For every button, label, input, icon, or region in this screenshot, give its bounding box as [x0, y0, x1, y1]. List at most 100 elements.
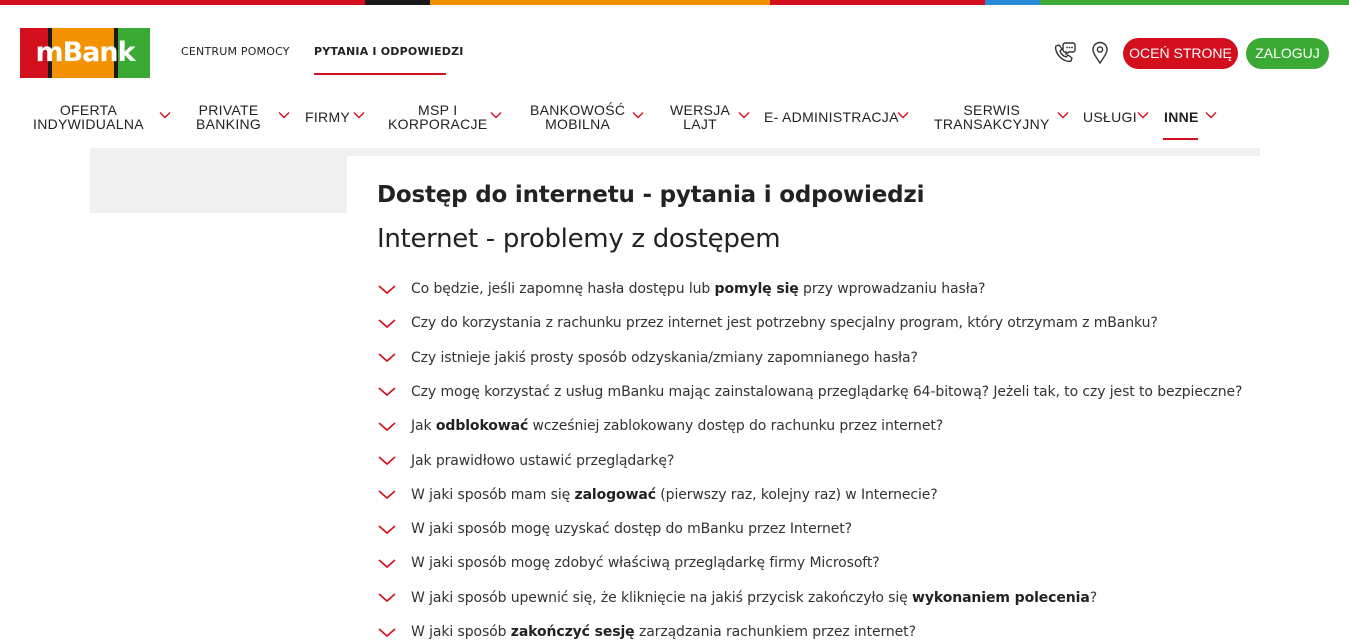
- faq-question-text: Co będzie, jeśli zapomnę hasła dostępu l…: [411, 281, 715, 297]
- faq-question[interactable]: Jak prawidłowo ustawić przeglądarkę?: [411, 453, 674, 469]
- section-subtitle: Internet - problemy z dostępem: [377, 224, 781, 254]
- chevron-down-icon[interactable]: [353, 111, 365, 119]
- faq-question[interactable]: W jaki sposób mam się zalogować (pierwsz…: [411, 487, 938, 503]
- chevron-down-icon[interactable]: [490, 111, 502, 119]
- sidebar-panel: [90, 156, 347, 213]
- faq-question-text: Czy istnieje jakiś prosty sposób odzyska…: [411, 349, 918, 366]
- nav-label: MSP I KORPORACJE: [388, 102, 488, 132]
- strip-black: [365, 0, 430, 5]
- faq-question-emphasis: zalogować: [574, 486, 657, 503]
- faq-item[interactable]: W jaki sposób zakończyć sesję zarządzani…: [377, 624, 916, 640]
- faq-question[interactable]: Czy mogę korzystać z usług mBanku mając …: [411, 384, 1242, 400]
- nav-item-private-banking[interactable]: PRIVATE BANKING: [196, 102, 262, 132]
- chevron-down-icon[interactable]: [377, 489, 397, 500]
- nav-item-firmy[interactable]: FIRMY: [305, 110, 350, 124]
- faq-item[interactable]: Jak prawidłowo ustawić przeglądarkę?: [377, 453, 674, 469]
- faq-question[interactable]: W jaki sposób mogę uzyskać dostęp do mBa…: [411, 521, 852, 537]
- login-button[interactable]: ZALOGUJ: [1246, 38, 1329, 69]
- faq-question[interactable]: W jaki sposób zakończyć sesję zarządzani…: [411, 624, 916, 640]
- chevron-down-icon[interactable]: [377, 318, 397, 329]
- faq-question-text: W jaki sposób: [411, 624, 511, 640]
- faq-question[interactable]: Co będzie, jeśli zapomnę hasła dostępu l…: [411, 281, 985, 297]
- faq-question-text: Jak prawidłowo ustawić przeglądarkę?: [411, 452, 675, 469]
- chevron-down-icon[interactable]: [1057, 111, 1069, 119]
- mbank-logo[interactable]: mBank: [20, 28, 150, 78]
- chevron-down-icon[interactable]: [377, 558, 397, 569]
- faq-item[interactable]: Jak odblokować wcześniej zablokowany dos…: [377, 418, 943, 434]
- chevron-down-icon[interactable]: [632, 111, 644, 119]
- chevron-down-icon[interactable]: [159, 111, 171, 119]
- faq-question-text: zarządzania rachunkiem przez internet?: [634, 624, 916, 640]
- nav-item-serwis-transakcyjny[interactable]: SERWIS TRANSAKCYJNY: [934, 103, 1049, 131]
- active-link-underline: [314, 73, 446, 75]
- faq-question-emphasis: odblokować: [435, 418, 529, 435]
- chevron-down-icon[interactable]: [377, 455, 397, 466]
- faq-question[interactable]: Czy do korzystania z rachunku przez inte…: [411, 315, 1158, 331]
- faq-item[interactable]: W jaki sposób mam się zalogować (pierwsz…: [377, 487, 938, 503]
- page-title: Dostęp do internetu - pytania i odpowied…: [377, 182, 925, 208]
- faq-question[interactable]: W jaki sposób upewnić się, że kliknięcie…: [411, 590, 1097, 606]
- nav-label: E- ADMINISTRACJA: [764, 109, 899, 125]
- nav-label: BANKOWOŚĆ MOBILNA: [530, 102, 626, 132]
- faq-question-text: Czy do korzystania z rachunku przez inte…: [411, 315, 1158, 332]
- faq-question[interactable]: Czy istnieje jakiś prosty sposób odzyska…: [411, 350, 918, 366]
- nav-item-e-administracja[interactable]: E- ADMINISTRACJA: [764, 110, 899, 124]
- strip-blue: [985, 0, 1040, 5]
- nav-item-uslugi[interactable]: USŁUGI: [1083, 110, 1137, 124]
- faq-question[interactable]: W jaki sposób mogę zdobyć właściwą przeg…: [411, 555, 880, 571]
- location-pin-icon[interactable]: [1088, 41, 1112, 65]
- faq-question[interactable]: Jak odblokować wcześniej zablokowany dos…: [411, 418, 943, 434]
- faq-question-emphasis: zakończyć sesję: [510, 624, 635, 640]
- nav-item-msp-i-korporacje[interactable]: MSP I KORPORACJE: [388, 103, 487, 131]
- strip-red-2: [770, 0, 985, 5]
- chevron-down-icon[interactable]: [1205, 111, 1217, 119]
- nav-label: FIRMY: [305, 109, 351, 125]
- chevron-down-icon[interactable]: [377, 627, 397, 638]
- nav-item-wersja-lajt[interactable]: WERSJA LAJT: [670, 103, 730, 131]
- nav-item-bankowosc-mobilna[interactable]: BANKOWOŚĆ MOBILNA: [530, 103, 625, 131]
- nav-label: USŁUGI: [1083, 109, 1137, 125]
- content-top-band: [90, 148, 1260, 156]
- chevron-down-icon[interactable]: [738, 111, 750, 119]
- faq-item[interactable]: W jaki sposób mogę uzyskać dostęp do mBa…: [377, 521, 852, 537]
- faq-item[interactable]: W jaki sposób upewnić się, że kliknięcie…: [377, 590, 1097, 606]
- chevron-down-icon[interactable]: [377, 592, 397, 603]
- chevron-down-icon[interactable]: [377, 524, 397, 535]
- faq-question-text: Czy mogę korzystać z usług mBanku mając …: [411, 383, 1243, 400]
- faq-item[interactable]: Czy mogę korzystać z usług mBanku mając …: [377, 384, 1242, 400]
- brand-color-strip: [0, 0, 1349, 5]
- nav-item-oferta-indywidualna[interactable]: OFERTA INDYWIDUALNA: [33, 103, 144, 131]
- pytania-i-odpowiedzi-link[interactable]: PYTANIA I ODPOWIEDZI: [314, 45, 464, 58]
- chevron-down-icon[interactable]: [377, 352, 397, 363]
- nav-label: INNE: [1164, 109, 1199, 125]
- strip-orange: [430, 0, 770, 5]
- chevron-down-icon[interactable]: [897, 111, 909, 119]
- logo-text: mBank: [35, 37, 135, 68]
- faq-question-text: W jaki sposób mogę zdobyć właściwą przeg…: [411, 555, 880, 572]
- faq-question-text: wcześniej zablokowany dostęp do rachunku…: [528, 418, 944, 435]
- nav-item-inne[interactable]: INNE: [1164, 110, 1199, 124]
- faq-question-text: przy wprowadzaniu hasła?: [798, 281, 986, 297]
- nav-label: WERSJA LAJT: [670, 102, 731, 132]
- faq-item[interactable]: Czy istnieje jakiś prosty sposób odzyska…: [377, 350, 918, 366]
- rate-page-button[interactable]: OCEŃ STRONĘ: [1123, 38, 1238, 69]
- faq-question-text: ?: [1089, 589, 1098, 606]
- faq-question-text: W jaki sposób mogę uzyskać dostęp do mBa…: [411, 521, 852, 538]
- faq-item[interactable]: Czy do korzystania z rachunku przez inte…: [377, 315, 1158, 331]
- chevron-down-icon[interactable]: [1137, 111, 1149, 119]
- nav-label: OFERTA INDYWIDUALNA: [33, 102, 144, 132]
- faq-question-text: Jak: [411, 418, 436, 435]
- faq-question-text: (pierwszy raz, kolejny raz) w Internecie…: [655, 486, 938, 503]
- strip-red: [0, 0, 365, 5]
- faq-item[interactable]: Co będzie, jeśli zapomnę hasła dostępu l…: [377, 281, 985, 297]
- chevron-down-icon[interactable]: [377, 284, 397, 295]
- faq-question-emphasis: pomylę się: [714, 281, 799, 297]
- phone-chat-icon[interactable]: [1052, 41, 1076, 65]
- faq-item[interactable]: W jaki sposób mogę zdobyć właściwą przeg…: [377, 555, 880, 571]
- chevron-down-icon[interactable]: [377, 386, 397, 397]
- centrum-pomocy-link[interactable]: CENTRUM POMOCY: [181, 45, 290, 58]
- chevron-down-icon[interactable]: [377, 421, 397, 432]
- faq-question-text: W jaki sposób upewnić się, że kliknięcie…: [411, 589, 912, 606]
- chevron-down-icon[interactable]: [278, 111, 290, 119]
- nav-label: PRIVATE BANKING: [196, 102, 262, 132]
